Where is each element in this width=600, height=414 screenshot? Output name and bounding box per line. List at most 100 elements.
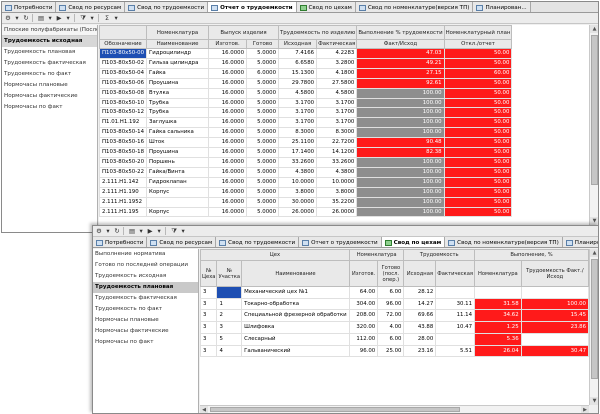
sidebar-item[interactable]: Нормочасы плановые <box>93 315 198 326</box>
column-header[interactable]: Наименование <box>241 260 350 287</box>
dropdown-icon[interactable]: ▾ <box>46 14 54 23</box>
table-row[interactable]: П103-80х50-02 Гильза цилиндра 16.0000 5.000… <box>99 57 513 69</box>
play-icon[interactable]: ▶ <box>55 14 63 23</box>
scroll-up-icon[interactable]: ▲ <box>590 249 598 257</box>
dropdown-icon[interactable]: ▾ <box>137 227 145 236</box>
tab-5[interactable]: Свод по номенклатуре(версия ТП) <box>445 237 563 247</box>
table-row[interactable]: 3 1 Токарно-обработка 304.00 96.00 14.27 30.11… <box>200 297 589 311</box>
table-row[interactable]: П103-80х50-00 Гидроцилиндр 16.0000 5.0000 7.… <box>99 48 513 59</box>
column-header[interactable]: Исходная <box>403 260 437 287</box>
column-header[interactable]: Изготов. <box>348 260 379 287</box>
sidebar-item[interactable]: Нормочасы фактические <box>93 326 198 337</box>
table-row[interactable]: П103-80х50-20 Поршень 16.0000 5.0000 33.2600… <box>99 156 513 168</box>
table-row[interactable]: 2.111.Н1.190 Корпус 16.0000 5.0000 3.8000 3.8… <box>99 186 513 198</box>
scroll-thumb[interactable] <box>591 35 598 185</box>
sidebar-item[interactable]: Трудоемкость по факт <box>93 304 198 315</box>
table-row[interactable]: 3 4 Гальванический 96.00 25.00 23.16 5.51 26.04… <box>200 344 589 358</box>
column-header[interactable]: Наименование <box>146 39 210 49</box>
table-row[interactable]: П103-80х50-14 Гайка сальника 16.0000 5.0000… <box>99 127 513 139</box>
scroll-thumb-horizontal[interactable] <box>210 407 460 412</box>
tab-6[interactable]: Планирован... <box>562 237 598 247</box>
column-header[interactable]: Факт/Исход <box>356 39 445 49</box>
sidebar-item[interactable]: Нормочасы фактические <box>2 91 97 102</box>
tab-3[interactable]: Отчет о трудоемкости <box>208 2 297 12</box>
table-row[interactable]: П103-80х50-22 Гайка/Винта 16.0000 5.0000 4.3… <box>99 166 513 178</box>
table-row[interactable]: 3 2 Специальной фрезерной обработки 208.00 7… <box>200 309 589 323</box>
table-row[interactable]: 3 3 Шлифовка 320.00 4.00 43.88 10.47 1.25 23.86 <box>200 321 589 334</box>
vertical-scrollbar[interactable]: ▲ ▼ <box>589 25 598 225</box>
tab-4[interactable]: Свод по цехам <box>381 237 446 247</box>
tab-6[interactable]: Планирован... <box>473 2 531 12</box>
table-row[interactable]: П103-80х50-04 Гайка 16.0000 6.0000 15.1300 4.… <box>99 67 513 79</box>
tab-0[interactable]: Потребности <box>2 2 57 12</box>
table-row[interactable]: 2.111.Н1.195 Корпус 16.0000 5.0000 26.0000 26… <box>99 206 513 218</box>
scroll-down-icon[interactable]: ▼ <box>590 217 598 225</box>
scroll-up-icon[interactable]: ▲ <box>590 25 598 33</box>
column-header[interactable]: Изготов. <box>208 39 248 49</box>
sidebar-item[interactable]: Нормочасы плановые <box>2 80 97 91</box>
table-row[interactable]: П1.01.Н1.192 Заглушка 16.0000 5.0000 3.1700 3… <box>99 117 513 129</box>
column-header[interactable]: Готово <box>246 39 280 49</box>
sidebar-item[interactable]: Трудоемкость исходная <box>2 36 97 47</box>
table-row[interactable]: П103-80х50-06 Проушина 16.0000 5.0000 29.780… <box>99 77 513 89</box>
scroll-left-icon[interactable]: ◀ <box>200 406 208 413</box>
table-row[interactable]: 2.111.Н1.1952 16.0000 5.0000 30.0000 35.2200… <box>99 196 513 208</box>
scroll-down-icon[interactable]: ▼ <box>590 397 598 405</box>
filter-icon[interactable]: ⧩ <box>170 227 178 236</box>
dropdown-icon[interactable]: ▾ <box>179 227 187 236</box>
dropdown-icon[interactable]: ▾ <box>13 14 21 23</box>
refresh-icon[interactable]: ↻ <box>22 14 30 23</box>
table-row[interactable]: 3 5 Слесарный 112.00 6.00 28.00 5.36 <box>200 332 589 346</box>
table-row[interactable]: П103-80х50-10 Трубка 16.0000 5.0000 3.1700 3.… <box>99 97 513 109</box>
column-header[interactable]: Фактическая <box>435 260 475 287</box>
print-icon[interactable]: ▤ <box>37 14 45 23</box>
sidebar-item[interactable]: Трудоемкость по факт <box>2 69 97 80</box>
refresh-icon[interactable]: ↻ <box>113 227 121 236</box>
settings-icon[interactable]: ⚙ <box>4 14 12 23</box>
sidebar-item[interactable]: Трудоемкость фактическая <box>2 58 97 69</box>
sidebar-item[interactable]: Нормочасы по факт <box>2 102 97 113</box>
column-header[interactable]: Откл./отчет <box>443 39 513 49</box>
column-header[interactable]: Готово (посл. опер.) <box>377 260 405 287</box>
scroll-right-icon[interactable]: ▶ <box>581 406 589 413</box>
sidebar-item[interactable]: Трудоемкость исходная <box>93 271 198 282</box>
tab-5[interactable]: Свод по номенклатуре(версия ТП) <box>355 2 474 12</box>
table-row[interactable]: П103-80х50-12 Трубка 16.0000 5.0000 3.1700 3.… <box>99 107 513 119</box>
column-header[interactable]: Фактическая <box>316 39 358 49</box>
column-header[interactable]: Трудоемкость Факт./Исход <box>520 260 589 287</box>
tab-2[interactable]: Свод по трудоемкости <box>125 2 209 12</box>
dropdown-icon[interactable]: ▾ <box>155 227 163 236</box>
filter-icon[interactable]: ⧩ <box>79 14 87 23</box>
dropdown-icon[interactable]: ▾ <box>64 14 72 23</box>
sidebar-item[interactable]: Трудоемкость фактическая <box>93 293 198 304</box>
column-header[interactable]: Исходная <box>278 39 318 49</box>
table-row[interactable]: П103-80х50-16 Шток 16.0000 5.0000 25.1100 22.… <box>99 137 513 149</box>
dropdown-icon[interactable]: ▾ <box>88 14 96 23</box>
scroll-thumb[interactable] <box>591 259 598 379</box>
table-row[interactable]: П103-80х50-08 Втулка 16.0000 5.0000 4.5800 4.… <box>99 87 513 99</box>
sum-icon[interactable]: Σ <box>103 14 111 23</box>
print-icon[interactable]: ▤ <box>128 227 136 236</box>
table-row[interactable]: 3 Механический цех №1 64.00 6.00 28.12 <box>200 286 589 299</box>
sidebar-item[interactable]: Трудоемкость плановая <box>2 47 97 58</box>
column-header[interactable]: № Цеха <box>200 260 218 287</box>
table-row[interactable]: П103-80х50-18 Проушина 16.0000 5.0000 17.140… <box>99 147 513 158</box>
tab-0[interactable]: Потребности <box>93 237 148 247</box>
tab-2[interactable]: Свод по трудоемкости <box>216 237 300 247</box>
play-icon[interactable]: ▶ <box>146 227 154 236</box>
tab-1[interactable]: Свод по ресурсам <box>56 2 126 12</box>
column-header[interactable]: Номенклатура <box>474 260 522 287</box>
settings-icon[interactable]: ⚙ <box>95 227 103 236</box>
dropdown-icon[interactable]: ▾ <box>104 227 112 236</box>
tab-3[interactable]: Отчет о трудоемкости <box>299 237 382 247</box>
tab-1[interactable]: Свод по ресурсам <box>147 237 217 247</box>
sidebar-item[interactable]: Трудоемкость плановая <box>93 282 198 293</box>
sidebar-item[interactable]: Готово по последней операции <box>93 260 198 271</box>
column-header[interactable]: № Участка <box>216 260 243 287</box>
column-header[interactable]: Обозначение <box>99 39 148 49</box>
horizontal-scrollbar[interactable]: ◀ ▶ <box>200 405 589 413</box>
vertical-scrollbar[interactable]: ▲ ▼ <box>589 249 598 405</box>
sidebar-item[interactable]: Выполнение норматива <box>93 249 198 260</box>
tab-4[interactable]: Свод по цехам <box>296 2 356 12</box>
sidebar-item[interactable]: Нормочасы по факт <box>93 337 198 348</box>
